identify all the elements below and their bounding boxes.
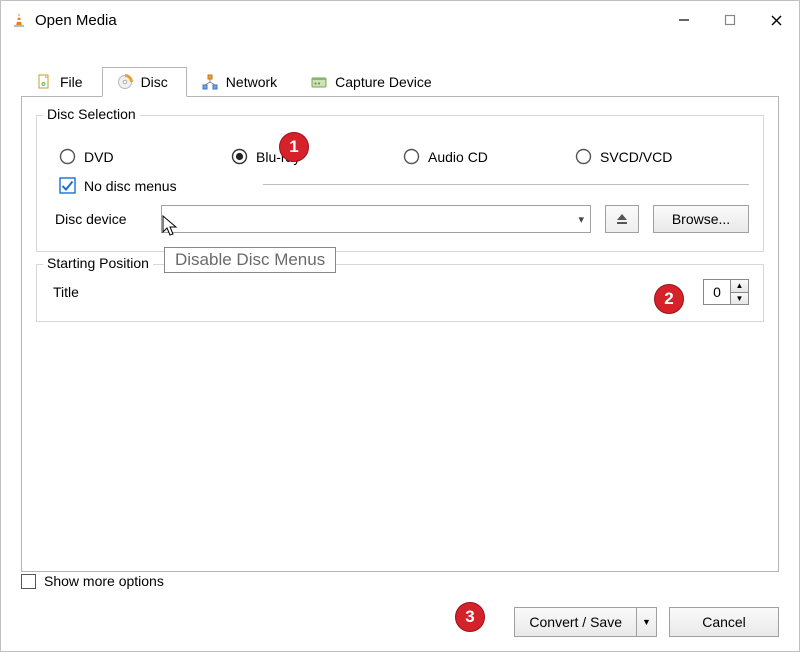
- cursor-pointer-icon: [161, 215, 181, 239]
- tab-label: File: [60, 74, 83, 90]
- checkbox-unchecked-icon: [21, 574, 36, 589]
- radio-dvd[interactable]: DVD: [59, 148, 231, 165]
- minimize-button[interactable]: [661, 1, 707, 39]
- spinner-value: 0: [704, 280, 730, 304]
- chevron-down-icon: ▾: [578, 213, 584, 226]
- radio-bluray[interactable]: Blu-ray: [231, 148, 403, 165]
- disc-device-combobox[interactable]: ▾: [161, 205, 591, 233]
- window-title: Open Media: [35, 12, 117, 29]
- network-icon: [202, 74, 218, 90]
- title-row: Title 0 ▲ ▼: [53, 279, 749, 305]
- button-label: Browse...: [672, 211, 730, 227]
- checkbox-label: No disc menus: [84, 178, 177, 194]
- tab-label: Disc: [141, 74, 168, 90]
- radio-unchecked-icon: [403, 148, 420, 165]
- annotation-marker-2: 2: [654, 284, 684, 314]
- spinner-down-button[interactable]: ▼: [731, 293, 748, 305]
- footer: Show more options Convert / Save ▼ Cance…: [21, 573, 779, 637]
- capture-device-icon: [311, 74, 327, 90]
- tab-label: Network: [226, 74, 277, 90]
- disc-selection-group: Disc Selection DVD Blu-ray Audio CD SVCD…: [36, 115, 764, 252]
- tab-label: Capture Device: [335, 74, 432, 90]
- tooltip: Disable Disc Menus: [164, 247, 336, 273]
- annotation-marker-1: 1: [279, 132, 309, 162]
- radio-svcd[interactable]: SVCD/VCD: [575, 148, 747, 165]
- tab-capture[interactable]: Capture Device: [296, 67, 451, 97]
- disc-panel: Disc Selection DVD Blu-ray Audio CD SVCD…: [21, 97, 779, 572]
- eject-button[interactable]: [605, 205, 639, 233]
- radio-label: DVD: [84, 149, 114, 165]
- eject-icon: [615, 212, 629, 226]
- radio-label: SVCD/VCD: [600, 149, 672, 165]
- tooltip-text: Disable Disc Menus: [175, 250, 325, 269]
- radio-unchecked-icon: [575, 148, 592, 165]
- tab-file[interactable]: File: [21, 67, 102, 97]
- checkbox-checked-icon: [59, 177, 76, 194]
- disc-device-label: Disc device: [55, 211, 147, 227]
- annotation-marker-3: 3: [455, 602, 485, 632]
- title-spinner[interactable]: 0 ▲ ▼: [703, 279, 749, 305]
- radio-unchecked-icon: [59, 148, 76, 165]
- divider: [263, 184, 749, 185]
- browse-button[interactable]: Browse...: [653, 205, 749, 233]
- tab-network[interactable]: Network: [187, 67, 296, 97]
- no-disc-menus-checkbox[interactable]: No disc menus: [59, 177, 749, 194]
- tab-bar: File Disc Network Capture Device: [21, 63, 779, 97]
- file-icon: [36, 74, 52, 90]
- radio-checked-icon: [231, 148, 248, 165]
- disc-icon: [117, 74, 133, 90]
- title-bar: Open Media: [1, 1, 799, 39]
- title-label: Title: [53, 284, 79, 300]
- close-button[interactable]: [753, 1, 799, 39]
- button-label: Convert / Save: [515, 608, 636, 636]
- dropdown-arrow-icon[interactable]: ▼: [636, 608, 656, 636]
- window-controls: [661, 1, 799, 39]
- group-label: Disc Selection: [43, 106, 140, 122]
- show-more-options-checkbox[interactable]: Show more options: [21, 573, 779, 589]
- group-label: Starting Position: [43, 255, 153, 271]
- disc-type-radios: DVD Blu-ray Audio CD SVCD/VCD: [59, 148, 749, 165]
- checkbox-label: Show more options: [44, 573, 164, 589]
- convert-save-button[interactable]: Convert / Save ▼: [514, 607, 657, 637]
- spinner-up-button[interactable]: ▲: [731, 280, 748, 293]
- vlc-cone-icon: [11, 12, 27, 28]
- radio-audiocd[interactable]: Audio CD: [403, 148, 575, 165]
- spinner-arrows: ▲ ▼: [730, 280, 748, 304]
- disc-device-row: Disc device ▾ Browse...: [55, 205, 749, 233]
- button-label: Cancel: [702, 614, 746, 630]
- action-buttons: Convert / Save ▼ Cancel: [21, 607, 779, 637]
- tab-disc[interactable]: Disc: [102, 67, 187, 97]
- radio-label: Audio CD: [428, 149, 488, 165]
- cancel-button[interactable]: Cancel: [669, 607, 779, 637]
- maximize-button[interactable]: [707, 1, 753, 39]
